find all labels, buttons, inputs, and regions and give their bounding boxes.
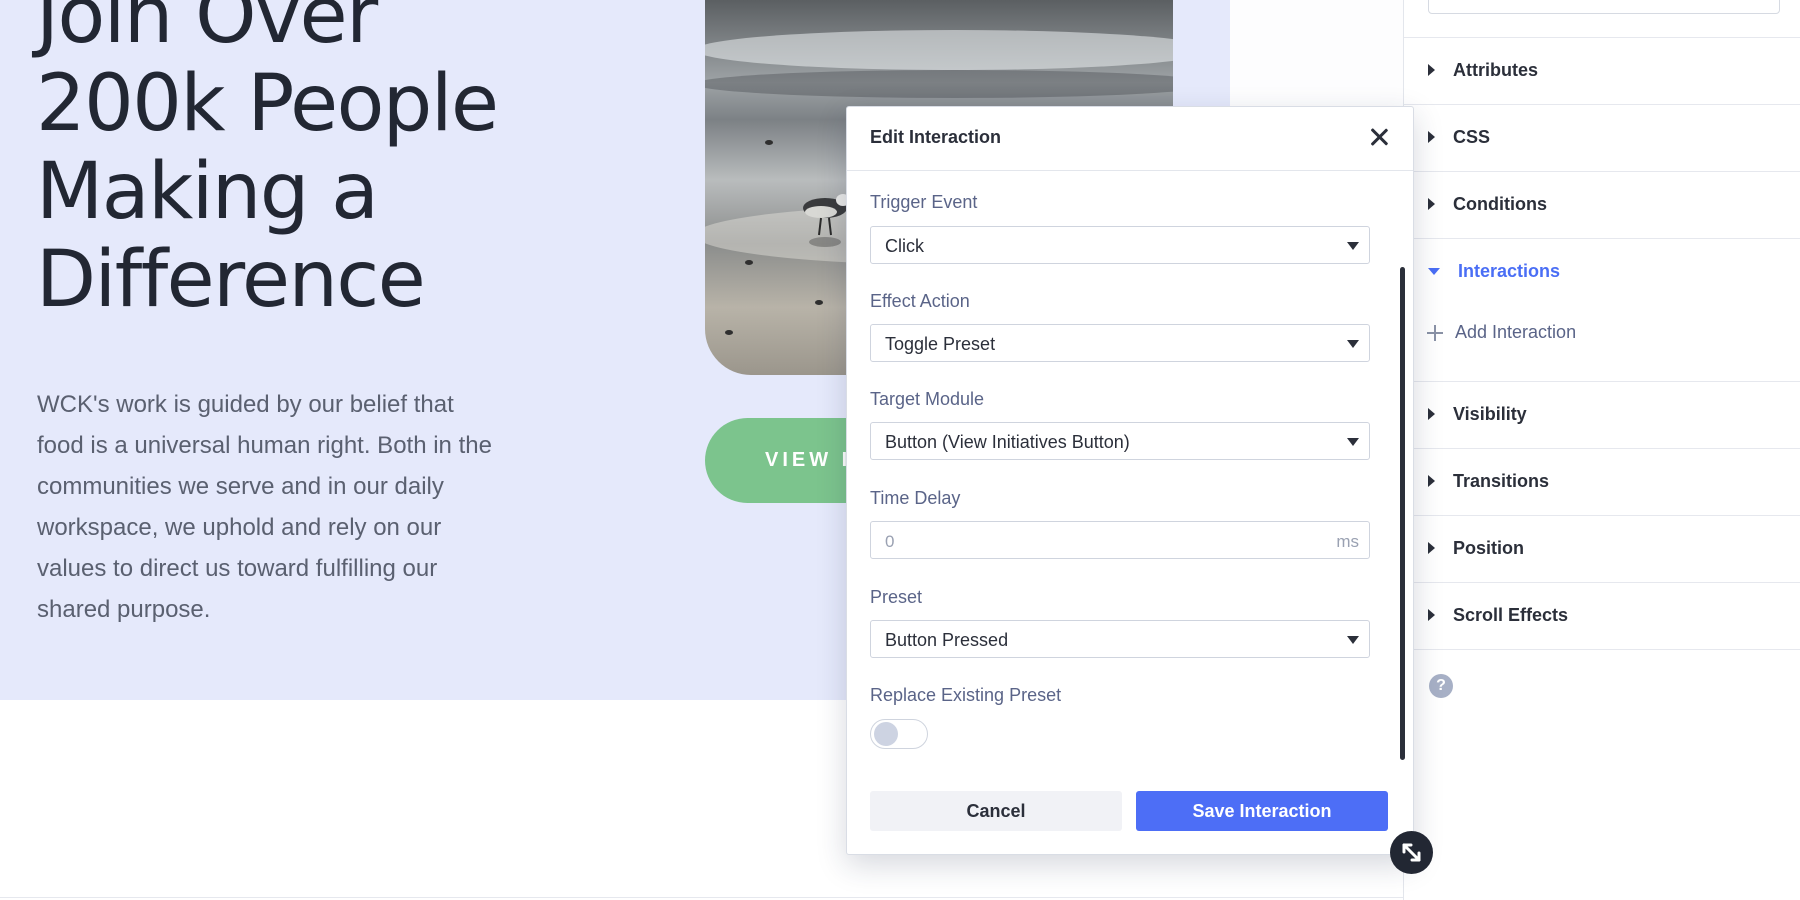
caret-down-icon bbox=[1347, 438, 1359, 446]
hero-body-text: WCK's work is guided by our belief that … bbox=[37, 384, 517, 630]
hero-body-line: workspace, we uphold and rely on our bbox=[37, 514, 442, 541]
time-delay-input[interactable]: 0 ms bbox=[870, 521, 1370, 559]
caret-down-icon bbox=[1347, 636, 1359, 644]
hero-body-line: communities we serve and in our daily bbox=[37, 473, 444, 500]
caret-down-icon bbox=[1347, 340, 1359, 348]
help-icon[interactable]: ? bbox=[1429, 674, 1453, 698]
time-delay-placeholder: 0 bbox=[885, 532, 895, 551]
photo-pebble bbox=[765, 140, 773, 145]
hero-title-line: Difference bbox=[36, 235, 426, 325]
settings-panel: Attributes CSS Conditions Interactions V… bbox=[1403, 0, 1800, 900]
photo-pebble bbox=[745, 260, 753, 265]
settings-section-attributes[interactable]: Attributes bbox=[1404, 37, 1800, 103]
section-label: Visibility bbox=[1453, 403, 1527, 424]
trigger-event-label: Trigger Event bbox=[870, 192, 978, 212]
hero-body-line: food is a universal human right. Both in… bbox=[37, 432, 492, 459]
settings-section-interactions[interactable]: Interactions bbox=[1404, 238, 1800, 304]
section-label: Interactions bbox=[1458, 260, 1561, 281]
section-label: Scroll Effects bbox=[1453, 604, 1569, 625]
plus-icon bbox=[1427, 324, 1443, 341]
select-value: Button Pressed bbox=[885, 630, 1009, 650]
caret-right-icon bbox=[1428, 64, 1435, 76]
settings-section-conditions[interactable]: Conditions bbox=[1404, 171, 1800, 237]
hero-body-line: WCK's work is guided by our belief that bbox=[37, 391, 454, 418]
target-module-select[interactable]: Button (View Initiatives Button) bbox=[870, 422, 1370, 460]
section-label: Position bbox=[1453, 537, 1524, 558]
hero-title-line: 200k People bbox=[36, 59, 499, 149]
toggle-knob bbox=[874, 722, 898, 746]
caret-right-icon bbox=[1428, 198, 1435, 210]
hero-title-line: Join Over bbox=[36, 0, 378, 61]
settings-section-position[interactable]: Position bbox=[1404, 515, 1800, 581]
caret-right-icon bbox=[1428, 475, 1435, 487]
cancel-button[interactable]: Cancel bbox=[870, 791, 1122, 831]
section-label: Transitions bbox=[1453, 470, 1550, 491]
time-delay-label: Time Delay bbox=[870, 488, 961, 508]
section-label: Conditions bbox=[1453, 193, 1547, 214]
close-icon[interactable] bbox=[1367, 125, 1391, 149]
section-label: CSS bbox=[1453, 126, 1491, 147]
photo-pebble bbox=[815, 300, 823, 305]
modal-title: Edit Interaction bbox=[870, 127, 1002, 147]
photo-wave bbox=[705, 70, 1173, 98]
hero-title-line: Making a bbox=[36, 147, 379, 237]
caret-right-icon bbox=[1428, 131, 1435, 143]
modal-scrollbar[interactable] bbox=[1400, 267, 1405, 760]
modal-header: Edit Interaction bbox=[847, 107, 1413, 171]
section-label: Attributes bbox=[1453, 59, 1538, 80]
replace-existing-preset-toggle[interactable] bbox=[870, 719, 928, 749]
select-value: Click bbox=[885, 236, 924, 256]
caret-down-icon bbox=[1428, 267, 1440, 275]
divider bbox=[1404, 649, 1800, 650]
trigger-event-select[interactable]: Click bbox=[870, 226, 1370, 264]
add-interaction-label: Add Interaction bbox=[1455, 322, 1577, 342]
caret-right-icon bbox=[1428, 609, 1435, 621]
caret-right-icon bbox=[1428, 542, 1435, 554]
settings-search-input[interactable] bbox=[1428, 0, 1780, 14]
resize-handle[interactable] bbox=[1390, 831, 1433, 874]
hero-title: Join Over 200k People Making a Differenc… bbox=[36, 0, 656, 324]
save-interaction-button[interactable]: Save Interaction bbox=[1136, 791, 1388, 831]
target-module-label: Target Module bbox=[870, 389, 985, 409]
preset-select[interactable]: Button Pressed bbox=[870, 620, 1370, 658]
settings-section-css[interactable]: CSS bbox=[1404, 104, 1800, 170]
select-value: Button (View Initiatives Button) bbox=[885, 432, 1130, 452]
effect-action-label: Effect Action bbox=[870, 291, 970, 311]
hero-body-line: values to direct us toward fulfilling ou… bbox=[37, 555, 438, 582]
divider bbox=[0, 897, 1404, 898]
select-value: Toggle Preset bbox=[885, 334, 996, 354]
hero-body-line: shared purpose. bbox=[37, 596, 211, 623]
settings-section-transitions[interactable]: Transitions bbox=[1404, 448, 1800, 514]
settings-section-scroll-effects[interactable]: Scroll Effects bbox=[1404, 582, 1800, 648]
replace-existing-preset-label: Replace Existing Preset bbox=[870, 685, 1062, 705]
caret-down-icon bbox=[1347, 242, 1359, 250]
preset-label: Preset bbox=[870, 587, 923, 607]
photo-pebble bbox=[725, 330, 733, 335]
time-delay-unit: ms bbox=[1336, 532, 1359, 551]
settings-section-visibility[interactable]: Visibility bbox=[1404, 381, 1800, 447]
photo-wave bbox=[705, 30, 1173, 70]
effect-action-select[interactable]: Toggle Preset bbox=[870, 324, 1370, 362]
add-interaction-button[interactable]: Add Interaction bbox=[1427, 322, 1576, 343]
edit-interaction-modal: Edit Interaction Trigger Event Click Eff… bbox=[846, 106, 1414, 855]
caret-right-icon bbox=[1428, 408, 1435, 420]
resize-icon bbox=[1402, 843, 1421, 862]
